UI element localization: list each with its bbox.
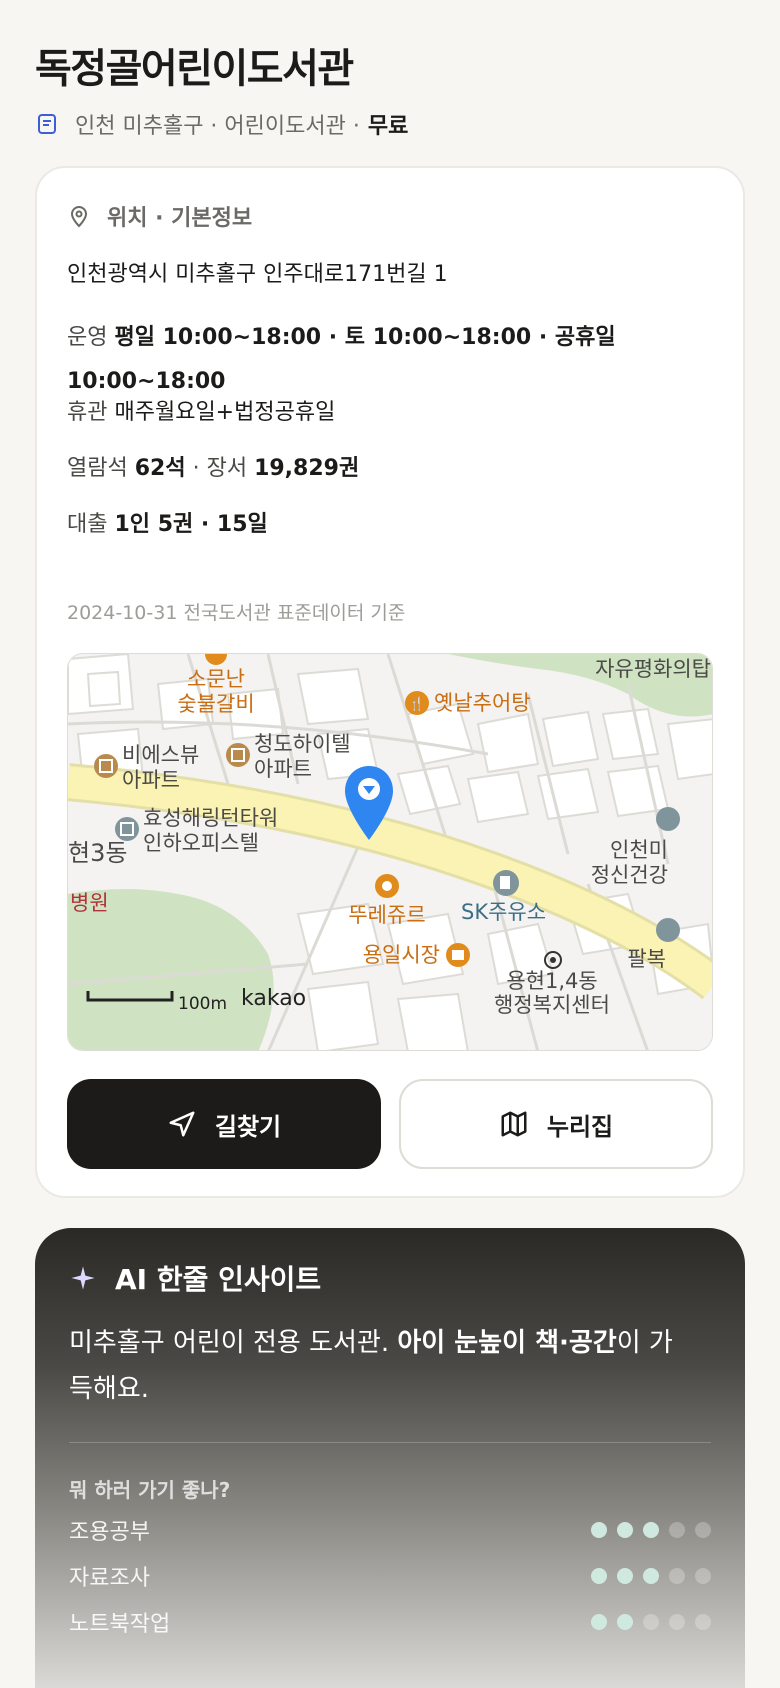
subtitle: 인천 미추홀구 · 어린이도서관 · 무료 — [35, 108, 408, 140]
map-label: 팔복 — [627, 947, 666, 971]
location-map[interactable]: 🍴 소문난 숯불갈비 자유평화의탑 옛날추어탕 비에스뷰 아파트 청도하이텔 아… — [67, 653, 713, 1051]
map-label: 소문난 — [187, 667, 245, 691]
hours-value: 평일 10:00~18:00 · 토 10:00~18:00 · 공휴일 10:… — [67, 325, 616, 394]
activity-name: 자료조사 — [69, 1566, 150, 1591]
data-source-note: 2024-10-31 전국도서관 표준데이터 기준 — [67, 602, 406, 624]
rating-dot — [643, 1614, 659, 1630]
gas-station-icon — [493, 870, 519, 896]
navigation-arrow-icon — [169, 1111, 195, 1137]
map-label: 인천미 — [610, 838, 668, 862]
map-label: 병원 — [70, 891, 109, 915]
location-pin-icon — [70, 206, 88, 228]
rating-dot — [591, 1614, 607, 1630]
activity-rating-row: 노트북작업 — [69, 1607, 711, 1637]
rating-dot — [695, 1614, 711, 1630]
bakery-icon — [375, 874, 399, 898]
activity-question: 뭐 하러 가기 좋나? — [69, 1478, 231, 1502]
section-title: 위치 · 기본정보 — [107, 206, 253, 231]
subtitle-region: 인천 미추홀구 · 어린이도서관 · — [75, 114, 360, 139]
map-label: SK주유소 — [461, 900, 546, 924]
document-icon — [38, 114, 56, 134]
rating-dot — [695, 1522, 711, 1538]
rating-dot — [695, 1568, 711, 1584]
loan-label: 대출 — [67, 512, 108, 537]
rating-dots — [581, 1568, 711, 1584]
sparkle-icon — [71, 1266, 95, 1290]
ai-insight-card: AI 한줄 인사이트 미추홀구 어린이 전용 도서관. 아이 눈높이 책·공간이… — [35, 1228, 745, 1688]
homepage-button-label: 누리집 — [546, 1112, 614, 1141]
map-label: 용현1,4동 — [506, 969, 597, 993]
rating-dot — [669, 1614, 685, 1630]
map-label: 정신건강 — [591, 863, 668, 887]
ai-text-bold: 아이 눈높이 책·공간 — [397, 1328, 617, 1358]
seats-value: 62석 — [134, 456, 186, 481]
building-icon — [656, 807, 680, 831]
apartment-icon — [226, 743, 250, 767]
rating-dot — [669, 1568, 685, 1584]
divider — [69, 1442, 711, 1443]
map-label: 숯불갈비 — [177, 692, 254, 716]
info-card: 위치 · 기본정보 인천광역시 미추홀구 인주대로171번길 1 운영 평일 1… — [35, 166, 745, 1198]
activity-name: 노트북작업 — [69, 1612, 171, 1637]
svg-text:🍴: 🍴 — [409, 696, 425, 712]
section-header: 위치 · 기본정보 — [67, 200, 252, 232]
closed-label: 휴관 — [67, 400, 108, 425]
map-label: 뚜레쥬르 — [348, 903, 425, 927]
map-label: 아파트 — [122, 768, 180, 792]
homepage-button[interactable]: 누리집 — [399, 1079, 713, 1169]
rating-dot — [617, 1522, 633, 1538]
address: 인천광역시 미추홀구 인주대로171번길 1 — [67, 262, 448, 287]
loan-value: 1인 5권 · 15일 — [114, 512, 268, 537]
fee-badge: 무료 — [367, 114, 409, 139]
activity-name: 조용공부 — [69, 1520, 150, 1545]
rating-dot — [617, 1568, 633, 1584]
loan-row: 대출 1인 5권 · 15일 — [67, 506, 268, 538]
map-label: 자유평화의탑 — [595, 657, 711, 681]
building-icon — [656, 918, 680, 942]
map-scale-label: 100m — [178, 994, 227, 1014]
capacity-row: 열람석 62석 · 장서 19,829권 — [67, 450, 359, 482]
route-button[interactable]: 길찾기 — [67, 1079, 381, 1169]
ai-insight-text: 미추홀구 어린이 전용 도서관. 아이 눈높이 책·공간이 가득해요. — [69, 1320, 689, 1412]
closed-row: 휴관 매주월요일+법정공휴일 — [67, 394, 335, 426]
rating-dots — [581, 1522, 711, 1538]
map-label: 행정복지센터 — [494, 993, 610, 1017]
map-label: 옛날추어탕 — [434, 691, 531, 715]
books-label: · 장서 — [192, 456, 248, 481]
apartment-icon — [94, 754, 118, 778]
map-icon — [501, 1111, 527, 1137]
map-canvas[interactable]: 🍴 소문난 숯불갈비 자유평화의탑 옛날추어탕 비에스뷰 아파트 청도하이텔 아… — [68, 654, 713, 1051]
map-brand-logo: kakao — [241, 986, 306, 1011]
page-title: 독정골어린이도서관 — [35, 46, 354, 92]
route-button-label: 길찾기 — [214, 1112, 282, 1141]
map-label: 현3동 — [68, 839, 127, 867]
activity-rating-row: 자료조사 — [69, 1561, 711, 1591]
rating-dot — [643, 1522, 659, 1538]
map-label: 청도하이텔 — [254, 732, 351, 756]
books-value: 19,829권 — [254, 456, 360, 481]
building-icon — [115, 817, 139, 841]
map-label: 인하오피스텔 — [143, 831, 259, 855]
restaurant-icon: 🍴 — [405, 691, 429, 715]
seats-label: 열람석 — [67, 456, 128, 481]
map-label: 아파트 — [254, 757, 312, 781]
rating-dot — [669, 1522, 685, 1538]
activity-rating-row: 조용공부 — [69, 1515, 711, 1545]
map-label: 비에스뷰 — [122, 743, 199, 767]
ai-insight-title: AI 한줄 인사이트 — [115, 1263, 322, 1296]
rating-dot — [643, 1568, 659, 1584]
hours-label: 운영 — [67, 325, 108, 350]
rating-dot — [591, 1568, 607, 1584]
map-label: 용일시장 — [363, 943, 440, 967]
hours-row: 운영 평일 10:00~18:00 · 토 10:00~18:00 · 공휴일 … — [67, 316, 707, 404]
rating-dot — [591, 1522, 607, 1538]
ai-text-plain: 미추홀구 어린이 전용 도서관. — [69, 1328, 390, 1358]
ai-insight-header: AI 한줄 인사이트 — [69, 1258, 321, 1298]
map-label: 효성해링턴타워 — [143, 806, 278, 830]
rating-dots — [581, 1614, 711, 1630]
market-icon — [446, 943, 470, 967]
closed-value: 매주월요일+법정공휴일 — [114, 400, 336, 425]
rating-dot — [617, 1614, 633, 1630]
